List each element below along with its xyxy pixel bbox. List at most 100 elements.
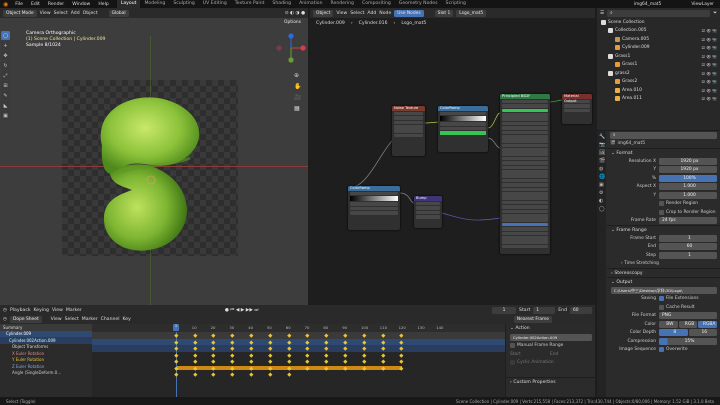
keyframe[interactable]	[192, 365, 197, 370]
bsdf-socket-row[interactable]	[502, 205, 548, 209]
slot-dropdown[interactable]: Slot 1	[434, 9, 454, 17]
outliner-row[interactable]: Collection.005 ☑ 👁 📷	[597, 27, 720, 36]
keyframe[interactable]	[362, 339, 366, 344]
format-row-field[interactable]: 1.000	[659, 183, 717, 191]
keyframe[interactable]	[286, 352, 291, 357]
visibility-icon[interactable]: ☑ 👁 📷	[702, 62, 720, 67]
frame-range-section[interactable]: ⌄ Frame Range	[607, 225, 720, 234]
workspace-tab-modeling[interactable]: Modeling	[140, 0, 169, 8]
nearest-frame-dropdown[interactable]: Nearest Frame	[513, 316, 552, 323]
bsdf-socket-row[interactable]	[502, 213, 548, 218]
pan-icon[interactable]: ✋	[294, 81, 301, 92]
keyframe[interactable]	[286, 339, 291, 344]
bsdf-socket-row[interactable]	[502, 235, 548, 240]
color-rgb-option[interactable]: RGB	[678, 320, 698, 328]
timeline-icon[interactable]: ◷	[3, 308, 7, 313]
keyframe[interactable]	[286, 365, 291, 370]
playback-controls[interactable]: ● ⏮ ◀ ▶ ▶▶ ⏭	[225, 307, 259, 313]
view-layer[interactable]: ViewLayer	[691, 2, 720, 7]
output-path-field[interactable]: C:\Users\中三\Desktop\学科\3D\Lsgo\	[611, 286, 717, 294]
dope-menu-key[interactable]: Key	[123, 317, 131, 322]
outliner-row[interactable]: Grass2 ☑ 👁 📷	[597, 78, 720, 87]
dope-mode-dropdown[interactable]: Dope Sheet	[10, 316, 42, 323]
workspace-tab-scripting[interactable]: Scripting	[442, 0, 470, 8]
visibility-icon[interactable]: ☑ 👁 📷	[702, 71, 720, 76]
scene-name[interactable]: img64_mat5	[634, 2, 692, 7]
file-format-dropdown[interactable]: PNG	[659, 312, 717, 320]
format-row-field[interactable]: 1.000	[659, 191, 717, 199]
ramp-gradient[interactable]	[350, 196, 398, 202]
timeline-menu-playback[interactable]: Playback	[10, 308, 31, 313]
workspace-tab-texture-paint[interactable]: Texture Paint	[231, 0, 269, 8]
bsdf-socket-row[interactable]	[502, 240, 548, 244]
format-row-field[interactable]: 100%	[659, 174, 717, 182]
action-section[interactable]: ⌄ Action	[506, 324, 595, 333]
bsdf-socket-row[interactable]	[502, 117, 548, 121]
outliner-row[interactable]: Grass1 ☑ 👁 📷	[597, 52, 720, 61]
bsdf-socket-row[interactable]	[502, 126, 548, 130]
format-row-field[interactable]: 1920 px	[659, 166, 717, 174]
frame-ruler[interactable]: 0102030405060708090100110120130140	[92, 324, 505, 332]
dope-channel[interactable]: Angle (SingleDeform.0...	[0, 369, 92, 376]
output-section[interactable]: ⌄ Output	[607, 277, 720, 286]
mode-selector[interactable]: Object Mode	[3, 9, 37, 17]
node-menu-node[interactable]: Node	[379, 11, 391, 16]
bsdf-socket-row[interactable]	[502, 170, 548, 174]
bsdf-socket-row[interactable]	[502, 134, 548, 139]
viewport-menu-select[interactable]: Select	[54, 11, 68, 16]
menu-render[interactable]: Render	[44, 2, 68, 7]
outliner-row[interactable]: grass2 ☑ 👁 📷	[597, 69, 720, 78]
dope-menu-view[interactable]: View	[51, 317, 62, 322]
visibility-icon[interactable]: ☑ 👁 📷	[702, 79, 720, 84]
frame-start-field[interactable]: 1	[659, 234, 717, 242]
use-nodes-toggle[interactable]: Use Nodes	[394, 9, 424, 17]
workspace-tab-compositing[interactable]: Compositing	[358, 0, 395, 8]
move-icon[interactable]: ✥	[1, 51, 10, 60]
visibility-icon[interactable]: ☑ 👁 📷	[702, 88, 720, 93]
menu-edit[interactable]: Edit	[27, 2, 44, 7]
bsdf-socket-row[interactable]	[502, 152, 548, 157]
outliner-search[interactable]: ⌕	[607, 9, 711, 17]
keyframe[interactable]	[174, 339, 178, 344]
viewport-menu-object[interactable]: Object	[83, 11, 98, 16]
frame-step-field[interactable]: 1	[659, 251, 717, 259]
format-row-field[interactable]: 1920 px	[659, 157, 717, 165]
perspective-icon[interactable]: ▦	[294, 103, 301, 114]
menu-help[interactable]: Help	[94, 2, 112, 7]
keyframe[interactable]	[192, 339, 197, 344]
start-frame-field[interactable]: 1	[533, 306, 556, 314]
timeline-menu-view[interactable]: View	[52, 308, 63, 313]
current-frame-field[interactable]: 1	[492, 306, 517, 314]
camera-view-icon[interactable]: 🎥	[294, 92, 301, 103]
annotate-icon[interactable]: ✎	[1, 91, 10, 100]
outliner-row[interactable]: Area.011 ☑ 👁 📷	[597, 95, 720, 104]
cache-checkbox[interactable]	[659, 304, 664, 310]
workspace-tab-layout[interactable]: Layout	[116, 0, 141, 8]
rotate-icon[interactable]: ↻	[1, 61, 10, 70]
bsdf-socket-row[interactable]	[502, 130, 548, 135]
color-rgba-option[interactable]: RGBA	[698, 320, 718, 328]
manual-frame-checkbox[interactable]	[510, 343, 515, 349]
color-bw-option[interactable]: BW	[659, 320, 678, 328]
keyframe[interactable]	[174, 365, 178, 370]
viewport-menu-view[interactable]: View	[40, 11, 51, 16]
grass-s-object[interactable]	[82, 86, 222, 256]
dope-menu-channel[interactable]: Channel	[101, 317, 120, 322]
workspace-tab-geometry-nodes[interactable]: Geometry Nodes	[395, 0, 442, 8]
outliner-icon[interactable]: ☰	[600, 11, 604, 16]
menu-file[interactable]: File	[11, 2, 27, 7]
keyframe[interactable]	[268, 339, 272, 344]
node-editor-type[interactable]: Object	[313, 9, 334, 17]
bsdf-socket-row[interactable]	[502, 200, 548, 205]
bsdf-socket-row[interactable]	[502, 183, 548, 187]
bsdf-socket-row[interactable]	[502, 187, 548, 192]
options-button[interactable]: Options	[281, 19, 304, 26]
bsdf-socket-row[interactable]	[502, 104, 548, 108]
node-bump[interactable]: Bump	[414, 196, 442, 228]
bsdf-socket-row[interactable]	[502, 112, 548, 117]
dope-sheet[interactable]: Summary Cylinder.009 Cylinder.002Action.00…	[0, 324, 595, 397]
keyframe[interactable]	[268, 365, 272, 370]
keyframe[interactable]	[380, 352, 385, 357]
bsdf-socket-row[interactable]	[502, 218, 548, 222]
keyframe-area[interactable]: 1	[92, 324, 505, 397]
